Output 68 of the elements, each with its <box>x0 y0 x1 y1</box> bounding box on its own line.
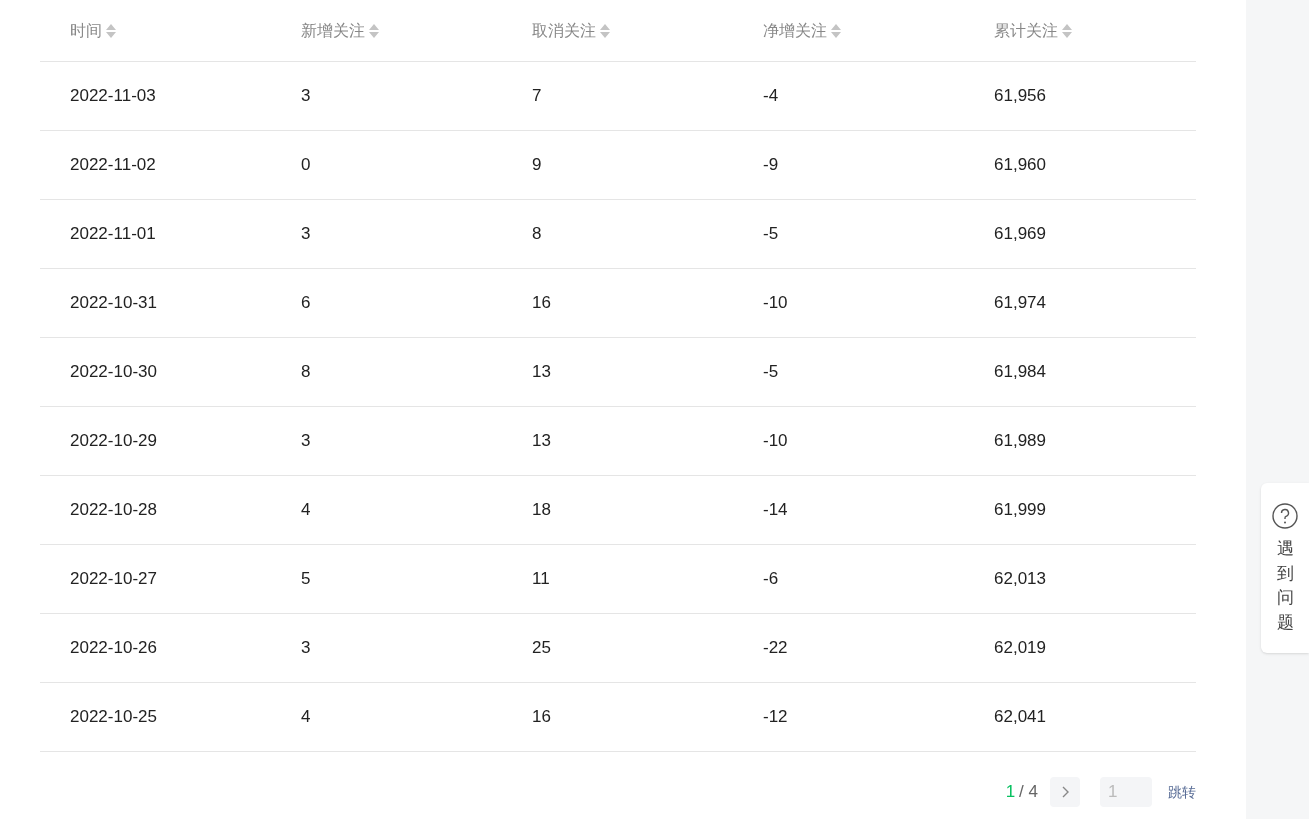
table-cell: -6 <box>763 569 779 589</box>
table-cell: -22 <box>763 638 788 658</box>
column-header[interactable]: 时间 <box>70 18 102 43</box>
table-cell: 3 <box>301 638 311 658</box>
table-cell: 61,974 <box>994 293 1046 313</box>
table-cell: -4 <box>763 86 779 106</box>
table-cell: 2022-10-26 <box>70 638 157 658</box>
table-cell: 3 <box>301 431 311 451</box>
page-jump-field[interactable]: 1 <box>1100 777 1152 807</box>
table-cell: 13 <box>532 362 551 382</box>
table-cell: 11 <box>532 569 550 589</box>
current-page: 1 <box>1005 781 1016 804</box>
table-cell: 62,041 <box>994 707 1046 727</box>
table-cell: 0 <box>301 155 311 175</box>
table-cell: 2022-11-02 <box>70 155 156 175</box>
table-cell: 2022-11-01 <box>70 224 156 244</box>
column-header[interactable]: 累计关注 <box>994 18 1058 43</box>
table-cell: 25 <box>532 638 551 658</box>
table-cell: 61,960 <box>994 155 1046 175</box>
table-cell: 9 <box>532 155 542 175</box>
page-total: / 4 <box>1019 781 1038 804</box>
jump-button[interactable]: 跳转 <box>1168 781 1196 803</box>
table-cell: 61,984 <box>994 362 1046 382</box>
table-cell: 16 <box>532 293 551 313</box>
sort-icon <box>1062 22 1072 39</box>
table-cell: -9 <box>763 155 779 175</box>
table-cell: 62,019 <box>994 638 1046 658</box>
table-cell: -10 <box>763 431 788 451</box>
table-cell: 62,013 <box>994 569 1046 589</box>
table-cell: 61,956 <box>994 86 1046 106</box>
next-page-button[interactable] <box>1050 777 1080 807</box>
table-cell: 2022-10-25 <box>70 707 157 727</box>
table-cell: 61,989 <box>994 431 1046 451</box>
table-cell: 8 <box>301 362 311 382</box>
sort-icon <box>106 22 116 39</box>
table-cell: 2022-10-27 <box>70 569 157 589</box>
table-cell: 4 <box>301 500 311 520</box>
table-cell: 7 <box>532 86 542 106</box>
table-cell: 5 <box>301 569 311 589</box>
table-cell: -5 <box>763 224 779 244</box>
table-cell: 18 <box>532 500 551 520</box>
help-button[interactable]: 遇到问题 <box>1261 483 1309 653</box>
table-cell: 3 <box>301 86 311 106</box>
table-cell: 2022-11-03 <box>70 86 156 106</box>
table-cell: 4 <box>301 707 311 727</box>
table-cell: -5 <box>763 362 779 382</box>
table-cell: 16 <box>532 707 551 727</box>
table-cell: -10 <box>763 293 788 313</box>
sort-icon <box>600 22 610 39</box>
question-icon <box>1272 503 1298 529</box>
table-cell: 8 <box>532 224 542 244</box>
table-cell: 61,999 <box>994 500 1046 520</box>
table-cell: 2022-10-28 <box>70 500 157 520</box>
table-cell: 2022-10-29 <box>70 431 157 451</box>
sort-icon <box>369 22 379 39</box>
table-cell: 13 <box>532 431 551 451</box>
column-header[interactable]: 取消关注 <box>532 18 596 43</box>
table-cell: 61,969 <box>994 224 1046 244</box>
chevron-right-icon <box>1061 786 1069 798</box>
column-header[interactable]: 新增关注 <box>301 18 365 43</box>
table-cell: 3 <box>301 224 311 244</box>
table-cell: 2022-10-30 <box>70 362 157 382</box>
table-cell: 6 <box>301 293 311 313</box>
table-cell: -12 <box>763 707 788 727</box>
column-header[interactable]: 净增关注 <box>763 18 827 43</box>
table-cell: 2022-10-31 <box>70 293 157 313</box>
sort-icon <box>831 22 841 39</box>
table-cell: -14 <box>763 500 788 520</box>
